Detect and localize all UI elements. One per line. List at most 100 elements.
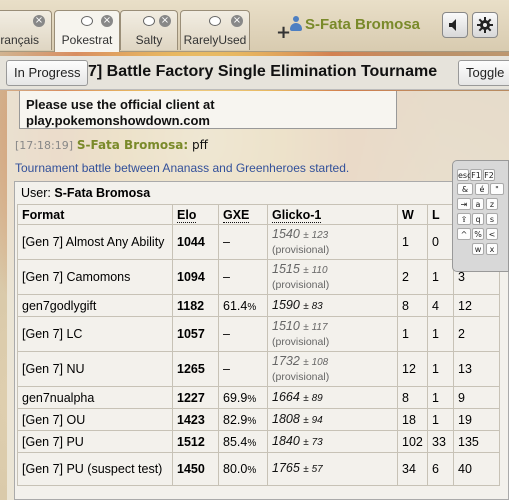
elo-cell: 1057 — [172, 316, 219, 352]
close-icon[interactable]: × — [231, 15, 243, 27]
tab-francais[interactable]: × Français — [0, 10, 52, 50]
table-row: gen7nualpha 1227 69.9% 1664 ± 89 8 1 9 — [17, 386, 500, 409]
chat-text: pff — [191, 138, 208, 152]
column-header: Glicko-1 — [267, 204, 398, 225]
ladder-table: Format Elo GXE Glicko-1 W L T [Gen 7] Al… — [17, 204, 500, 486]
notice-link[interactable]: play.pokemonshowdown.com — [26, 113, 396, 129]
losses-cell: 33 — [427, 430, 454, 453]
tab-label: Pokestrat — [61, 33, 113, 47]
toggle-button[interactable]: Toggle — [458, 60, 509, 86]
glicko-cell: 1590 ± 83 — [267, 294, 398, 317]
keyboard-key[interactable]: < — [486, 228, 498, 240]
close-icon[interactable]: × — [33, 15, 45, 27]
total-cell: 19 — [453, 408, 500, 431]
glicko-cell: 1540 ± 123 (provisional) — [267, 224, 398, 260]
keyboard-key[interactable]: w — [472, 243, 484, 255]
losses-cell: 0 — [427, 224, 454, 260]
keyboard-key[interactable]: esc — [457, 169, 472, 181]
keyboard-key[interactable]: " — [490, 183, 504, 195]
format-cell: [Gen 7] PU (suspect test) — [17, 452, 173, 486]
keyboard-key[interactable]: F1 — [470, 169, 482, 181]
close-icon[interactable]: × — [159, 15, 171, 27]
tab-label: Salty — [135, 33, 163, 47]
format-cell: [Gen 7] LC — [17, 316, 173, 352]
tab-salty[interactable]: × Salty — [120, 10, 178, 50]
user-stats-panel: User: S-Fata Bromosa Format Elo GXE Glic… — [14, 181, 509, 500]
gxe-cell: 82.9% — [218, 408, 268, 431]
table-row: [Gen 7] LC 1057–1510 ± 117 (provisional) 1 1… — [17, 316, 500, 352]
close-icon[interactable]: × — [101, 15, 113, 27]
keyboard-key[interactable]: s — [486, 213, 498, 225]
wins-cell: 18 — [397, 408, 428, 431]
wins-cell: 8 — [397, 294, 428, 317]
chat-log[interactable]: Please use the official client at play.p… — [7, 91, 509, 500]
glicko-cell: 1808 ± 94 — [267, 408, 398, 431]
elo-cell: 1227 — [172, 386, 219, 409]
keyboard-key[interactable]: x — [486, 243, 498, 255]
tournament-notice: Tournament battle between Ananass and Gr… — [15, 161, 350, 175]
elo-cell: 1450 — [172, 452, 219, 486]
gxe-cell: 85.4% — [218, 430, 268, 453]
sound-button[interactable] — [442, 12, 468, 38]
losses-cell: 1 — [427, 351, 454, 387]
tab-label: RarelyUsed — [183, 33, 247, 47]
keyboard-key[interactable]: ⇪ — [457, 213, 471, 225]
total-cell: 135 — [453, 430, 500, 453]
column-header: L — [427, 204, 454, 225]
in-progress-button[interactable]: In Progress — [6, 60, 89, 86]
format-cell: [Gen 7] NU — [17, 351, 173, 387]
elo-cell: 1512 — [172, 430, 219, 453]
format-cell: [Gen 7] Camomons — [17, 259, 173, 295]
table-row: [Gen 7] Almost Any Ability 1044–1540 ± 12… — [17, 224, 500, 260]
chat-bubble-icon — [81, 16, 93, 26]
gxe-cell: – — [218, 351, 268, 387]
stats-user-line: User: S-Fata Bromosa — [21, 186, 150, 200]
losses-cell: 1 — [427, 316, 454, 352]
new-tab-button[interactable]: + — [276, 22, 291, 43]
keyboard-key[interactable]: & — [457, 183, 473, 195]
chat-bubble-icon — [143, 16, 155, 26]
table-row: [Gen 7] NU 1265–1732 ± 108 (provisional) 12… — [17, 351, 500, 387]
user-icon — [290, 16, 302, 32]
glicko-cell: 1765 ± 57 — [267, 452, 398, 486]
timestamp: [17:18:19] — [15, 139, 73, 152]
glicko-cell: 1664 ± 89 — [267, 386, 398, 409]
tab-rarelyused[interactable]: × RarelyUsed — [180, 10, 250, 50]
wins-cell: 8 — [397, 386, 428, 409]
keyboard-key[interactable]: é — [475, 183, 489, 195]
keyboard-key[interactable]: z — [486, 198, 498, 210]
format-cell: [Gen 7] PU — [17, 430, 173, 453]
keyboard-key[interactable]: ⇥ — [457, 198, 471, 210]
user-name: S-Fata Bromosa — [54, 186, 151, 200]
keyboard-key[interactable]: % — [472, 228, 484, 240]
elo-cell: 1423 — [172, 408, 219, 431]
wins-cell: 34 — [397, 452, 428, 486]
gear-icon — [477, 17, 493, 33]
keyboard-key[interactable]: a — [472, 198, 484, 210]
column-header: Elo — [172, 204, 219, 225]
table-row: [Gen 7] Camomons 1094–1515 ± 110 (provisio… — [17, 259, 500, 295]
gxe-cell: – — [218, 316, 268, 352]
notice-line: Please use the official client at — [26, 97, 215, 112]
keyboard-key[interactable]: F2 — [483, 169, 495, 181]
speaker-icon — [449, 19, 456, 31]
glicko-cell: 1732 ± 108 (provisional) — [267, 351, 398, 387]
total-cell: 9 — [453, 386, 500, 409]
wins-cell: 1 — [397, 224, 428, 260]
wins-cell: 12 — [397, 351, 428, 387]
tab-pokestrat[interactable]: × Pokestrat — [54, 10, 120, 52]
chat-message: [17:18:19] S-Fata Bromosa: pff — [15, 138, 208, 152]
keyboard-key[interactable]: q — [472, 213, 484, 225]
gxe-cell: – — [218, 259, 268, 295]
keyboard-viewer[interactable]: esc F1 F2 & é " ⇥ a z ⇪ q s ^% < w x — [452, 160, 509, 272]
table-row: gen7godlygift 1182 61.4% 1590 ± 83 8 4 12 — [17, 294, 500, 317]
chat-username[interactable]: S-Fata Bromosa: — [77, 138, 188, 152]
total-cell: 2 — [453, 316, 500, 352]
losses-cell: 1 — [427, 386, 454, 409]
username[interactable]: S-Fata Bromosa — [305, 16, 420, 33]
settings-button[interactable] — [472, 12, 498, 38]
format-cell: [Gen 7] Almost Any Ability — [17, 224, 173, 260]
table-row: [Gen 7] OU 1423 82.9% 1808 ± 94 18 1 19 — [17, 408, 500, 431]
keyboard-key[interactable]: ^ — [457, 228, 471, 240]
format-cell: [Gen 7] OU — [17, 408, 173, 431]
